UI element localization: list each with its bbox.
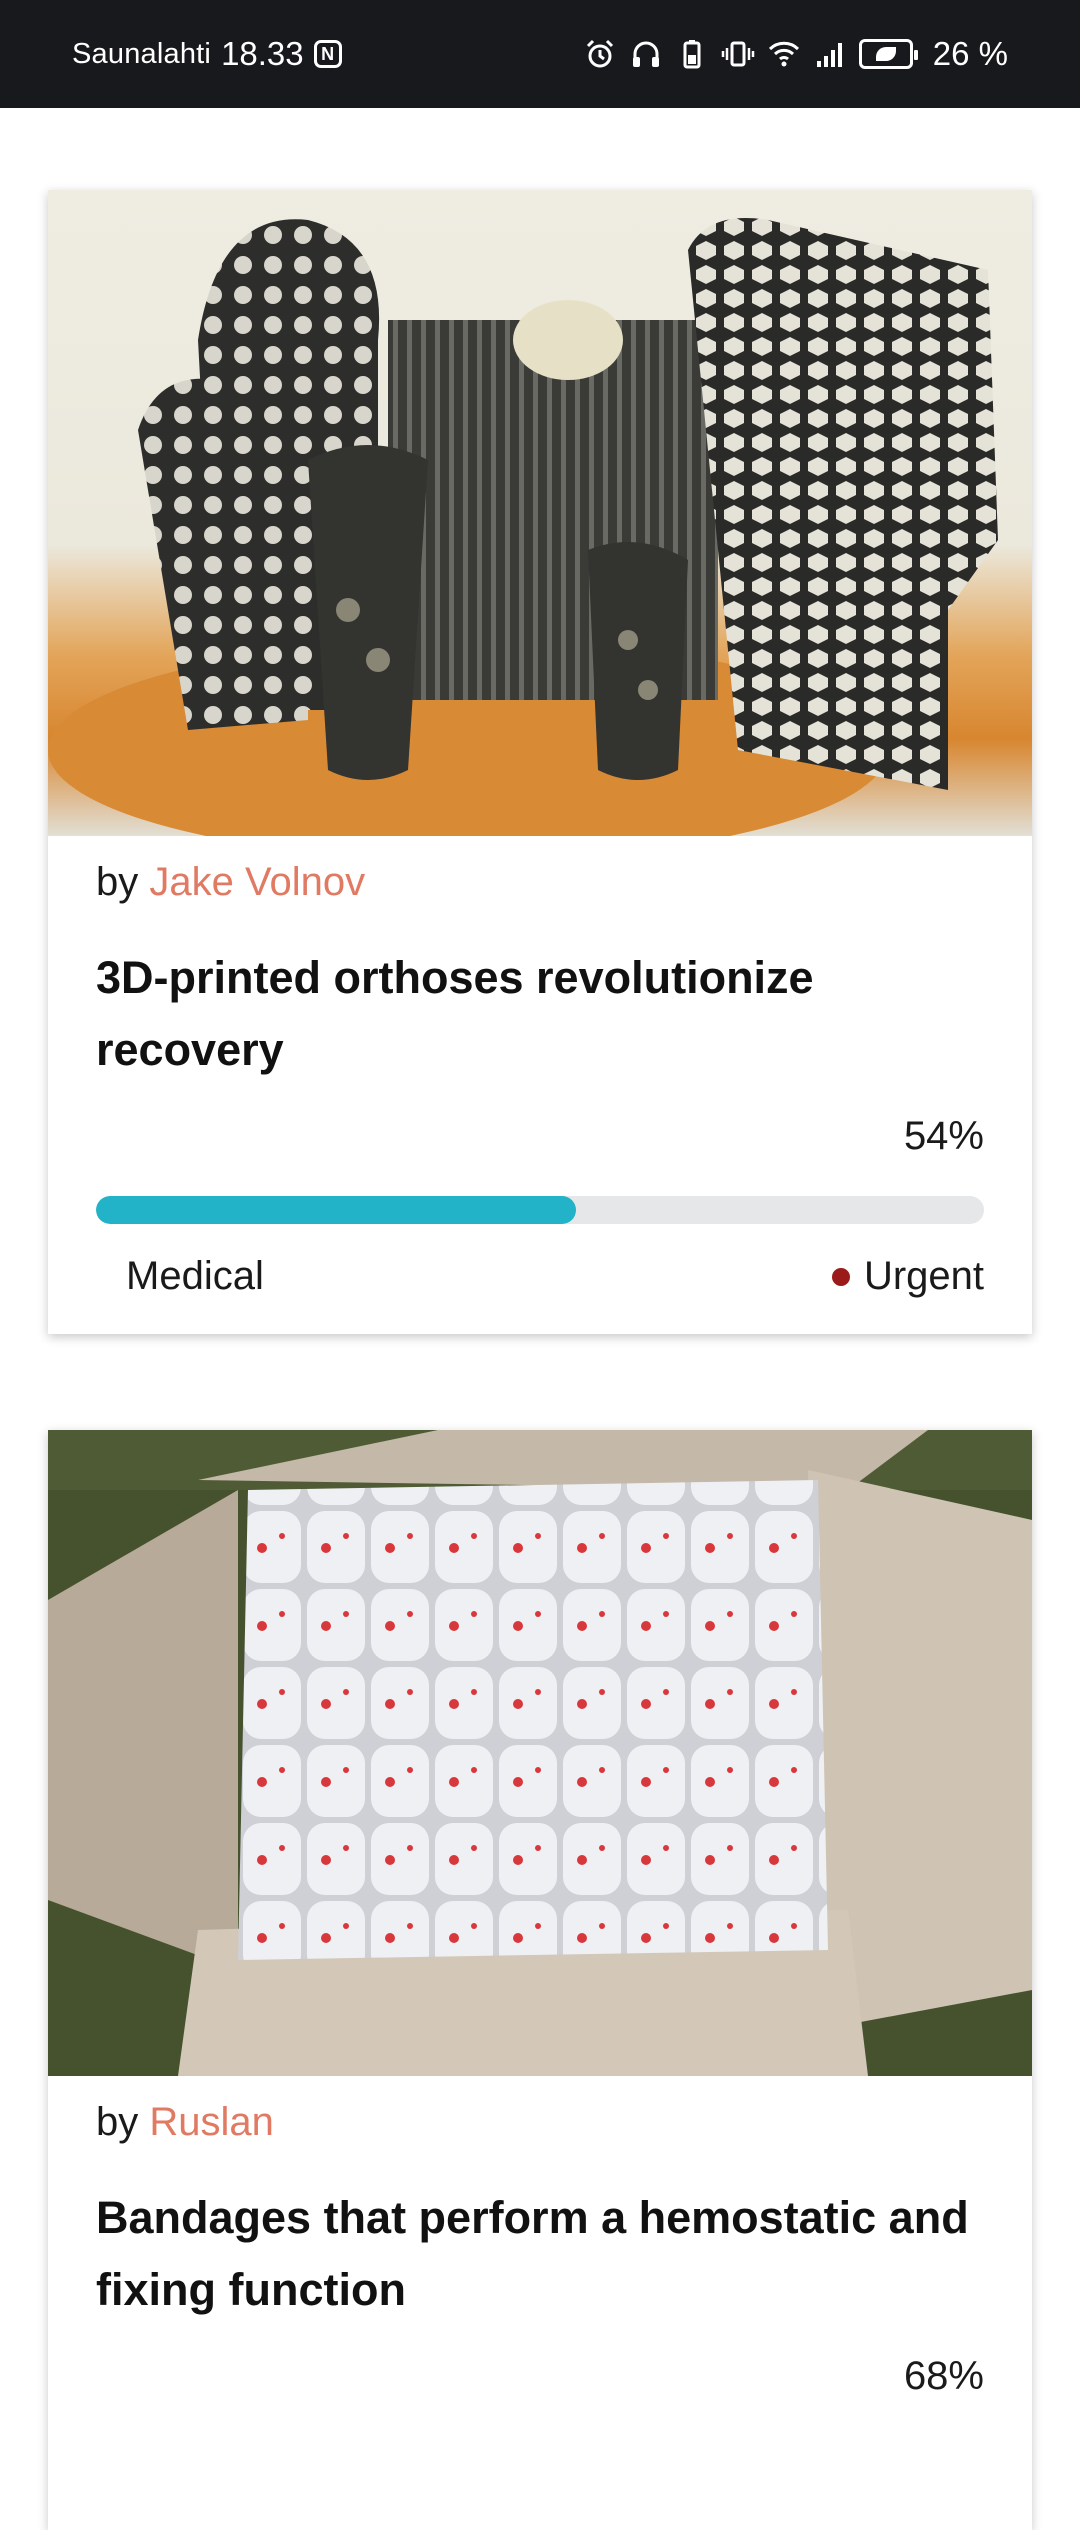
headphones-icon (629, 37, 663, 71)
wifi-icon (767, 37, 801, 71)
author-link[interactable]: Ruslan (149, 2100, 274, 2144)
by-prefix: by (96, 2100, 139, 2144)
progress-percent: 68% (903, 2354, 984, 2398)
nfc-icon: N (313, 40, 342, 68)
campaign-card[interactable]: by Jake Volnov 3D-printed orthoses revol… (48, 190, 1032, 1334)
progress-percent: 54% (903, 1114, 984, 1158)
urgent-dot-icon (831, 1267, 850, 1286)
alarm-icon (583, 37, 617, 71)
status-bar: Saunalahti 18.33 N 26 % (0, 0, 1080, 108)
battery-icon (858, 39, 918, 69)
by-prefix: by (96, 860, 139, 904)
campaign-title[interactable]: 3D-printed orthoses revolutionize recove… (96, 942, 976, 1086)
carrier-name: Saunalahti (72, 37, 212, 70)
signal-icon (813, 37, 847, 71)
bandages-photo (48, 1430, 1032, 2076)
progress-fill (96, 1196, 576, 1224)
campaign-image-orthoses[interactable] (48, 190, 1032, 836)
battery-percent: 26 % (932, 35, 1008, 72)
campaign-image-bandages[interactable] (48, 1430, 1032, 2076)
author-line: by Ruslan (96, 2100, 274, 2145)
urgency-badge: Urgent (831, 1254, 984, 1299)
clock: 18.33 (221, 35, 304, 72)
status-bar-left: Saunalahti 18.33 N (72, 35, 342, 73)
urgency-label: Urgent (863, 1254, 984, 1298)
category-label: Medical (126, 1254, 264, 1298)
author-line: by Jake Volnov (96, 860, 365, 905)
campaign-card[interactable]: by Ruslan Bandages that perform a hemost… (48, 1430, 1032, 2530)
campaign-title[interactable]: Bandages that perform a hemostatic and f… (96, 2182, 976, 2326)
author-link[interactable]: Jake Volnov (149, 860, 365, 904)
orthoses-photo (48, 218, 998, 836)
progress-bar (96, 1196, 984, 1224)
status-bar-right: 26 % (583, 35, 1008, 73)
vibrate-icon (721, 37, 755, 71)
eco-leaf-icon (875, 47, 896, 61)
battery-saver-icon (675, 37, 709, 71)
